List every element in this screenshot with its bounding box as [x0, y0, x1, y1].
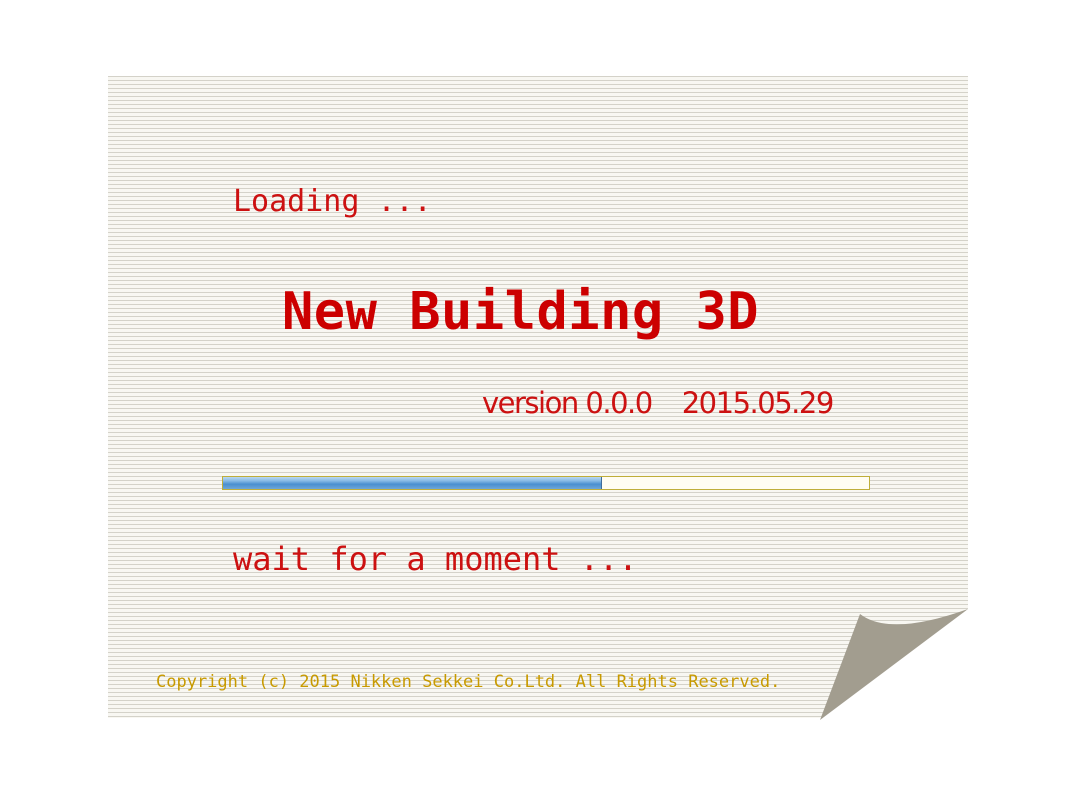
app-title: New Building 3D — [282, 282, 760, 342]
progress-fill — [223, 477, 603, 489]
release-date: 2015.05.29 — [681, 386, 835, 420]
progress-bar — [222, 476, 870, 490]
copyright-notice: Copyright (c) 2015 Nikken Sekkei Co.Ltd.… — [156, 672, 781, 692]
loading-label: Loading ... — [233, 184, 432, 219]
version-text: version 0.0.0 — [482, 386, 653, 420]
page-curl-icon — [820, 609, 968, 720]
version-line: version 0.0.0 2015.05.29 — [482, 386, 835, 420]
wait-label: wait for a moment ... — [233, 540, 638, 578]
